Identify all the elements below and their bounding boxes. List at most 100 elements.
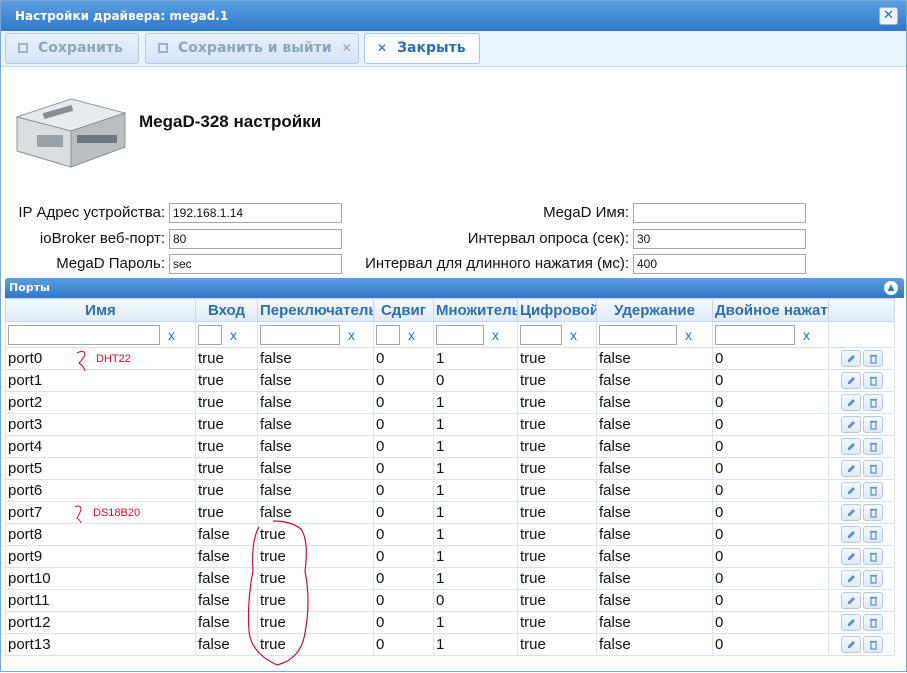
edit-row-button[interactable] — [840, 636, 861, 654]
edit-row-button[interactable] — [840, 614, 861, 632]
table-row[interactable]: port6 true false 0 1 true false 0 — [5, 479, 895, 502]
edit-row-button[interactable] — [840, 394, 861, 412]
delete-row-button[interactable] — [862, 394, 883, 412]
table-row[interactable]: port12 false true 0 1 true false 0 — [5, 611, 895, 634]
pencil-icon — [847, 597, 855, 605]
edit-row-button[interactable] — [840, 526, 861, 544]
column-header-offset[interactable]: Сдвиг — [373, 298, 434, 322]
edit-row-button[interactable] — [840, 372, 861, 390]
delete-row-button[interactable] — [862, 526, 883, 544]
row-actions — [828, 633, 895, 656]
clear-filter-icon[interactable]: x — [492, 327, 499, 343]
clear-filter-icon[interactable]: x — [230, 327, 237, 343]
ip-address-input[interactable] — [169, 203, 342, 223]
cell-multiplier: 1 — [433, 457, 518, 480]
edit-row-button[interactable] — [840, 416, 861, 434]
collapse-panel-button[interactable]: ▲ — [884, 281, 898, 295]
edit-row-button[interactable] — [840, 504, 861, 522]
delete-row-button[interactable] — [862, 350, 883, 368]
column-header-multiplier[interactable]: Множитель — [433, 298, 518, 322]
cell-input: true — [195, 413, 258, 436]
web-port-input[interactable] — [169, 229, 342, 249]
delete-row-button[interactable] — [862, 614, 883, 632]
poll-interval-input[interactable] — [633, 229, 806, 249]
delete-row-button[interactable] — [862, 416, 883, 434]
filter-input-input[interactable] — [198, 324, 222, 345]
edit-row-button[interactable] — [840, 592, 861, 610]
trash-icon — [869, 487, 877, 496]
clear-filter-icon[interactable]: x — [803, 327, 810, 343]
table-row[interactable]: port10 false true 0 1 true false 0 — [5, 567, 895, 590]
filter-digital-input[interactable] — [520, 324, 562, 345]
delete-row-button[interactable] — [862, 570, 883, 588]
row-actions — [828, 457, 895, 480]
delete-row-button[interactable] — [862, 636, 883, 654]
delete-row-button[interactable] — [862, 482, 883, 500]
column-header-double-click[interactable]: Двойное нажатие — [712, 298, 829, 322]
delete-row-button[interactable] — [862, 592, 883, 610]
filter-double-click-input[interactable] — [715, 324, 795, 345]
cell-offset: 0 — [373, 633, 434, 656]
edit-row-button[interactable] — [840, 548, 861, 566]
table-row[interactable]: port9 false true 0 1 true false 0 — [5, 545, 895, 568]
ip-address-label: IP Адрес устройства: — [18, 204, 165, 221]
device-name-input[interactable] — [633, 203, 806, 223]
table-row[interactable]: port2 true false 0 1 true false 0 — [5, 391, 895, 414]
clear-filter-icon[interactable]: x — [168, 327, 175, 343]
column-header-switch[interactable]: Переключатель — [257, 298, 374, 322]
cell-double-click: 0 — [712, 567, 829, 590]
row-actions — [828, 545, 895, 568]
clear-filter-icon[interactable]: x — [570, 327, 577, 343]
row-actions — [828, 523, 895, 546]
edit-row-button[interactable] — [840, 482, 861, 500]
table-row[interactable]: port4 true false 0 1 true false 0 — [5, 435, 895, 458]
close-button[interactable]: ✕ Закрыть — [364, 33, 480, 64]
table-row[interactable]: port11 false true 0 0 true false 0 — [5, 589, 895, 612]
delete-row-button[interactable] — [862, 460, 883, 478]
column-header-hold[interactable]: Удержание — [596, 298, 713, 322]
edit-row-button[interactable] — [840, 350, 861, 368]
table-row[interactable]: port1 true false 0 0 true false 0 — [5, 369, 895, 392]
edit-row-button[interactable] — [840, 460, 861, 478]
cell-input: true — [195, 479, 258, 502]
dialog-close-button[interactable]: ✕ — [879, 7, 898, 25]
password-input[interactable] — [169, 254, 342, 274]
filter-offset-input[interactable] — [376, 324, 400, 345]
delete-row-button[interactable] — [862, 438, 883, 456]
filter-multiplier-input[interactable] — [436, 324, 484, 345]
filter-hold-input[interactable] — [599, 324, 677, 345]
trash-icon — [869, 619, 877, 628]
cell-multiplier: 1 — [433, 435, 518, 458]
column-header-name[interactable]: Имя — [5, 298, 196, 322]
clear-filter-icon[interactable]: x — [348, 327, 355, 343]
filter-switch-input[interactable] — [260, 324, 340, 345]
trash-icon — [869, 597, 877, 606]
long-press-interval-input[interactable] — [633, 254, 806, 274]
delete-row-button[interactable] — [862, 548, 883, 566]
pencil-icon — [847, 509, 855, 517]
delete-row-button[interactable] — [862, 372, 883, 390]
table-row[interactable]: port8 false true 0 1 true false 0 — [5, 523, 895, 546]
close-small-icon: ✕ — [341, 41, 352, 55]
table-row[interactable]: port3 true false 0 1 true false 0 — [5, 413, 895, 436]
cell-digital: true — [517, 435, 597, 458]
edit-row-button[interactable] — [840, 570, 861, 588]
table-row[interactable]: port13 false true 0 1 true false 0 — [5, 633, 895, 656]
table-row[interactable]: port5 true false 0 1 true false 0 — [5, 457, 895, 480]
save-and-exit-button[interactable]: Сохранить и выйти ✕ — [145, 33, 359, 64]
row-actions — [828, 567, 895, 590]
clear-filter-icon[interactable]: x — [408, 327, 415, 343]
cell-input: false — [195, 589, 258, 612]
table-row[interactable]: port0 true false 0 1 true false 0 — [5, 347, 895, 370]
cell-input: false — [195, 545, 258, 568]
grid-header-row: Имя Вход Переключатель Сдвиг Множитель Ц… — [5, 298, 895, 322]
save-button[interactable]: Сохранить — [5, 33, 139, 64]
column-header-input[interactable]: Вход — [195, 298, 258, 322]
delete-row-button[interactable] — [862, 504, 883, 522]
page-heading: MegaD-328 настройки — [139, 112, 322, 131]
filter-name-input[interactable] — [8, 324, 160, 345]
edit-row-button[interactable] — [840, 438, 861, 456]
cell-multiplier: 1 — [433, 413, 518, 436]
clear-filter-icon[interactable]: x — [685, 327, 692, 343]
column-header-digital[interactable]: Цифровой — [517, 298, 597, 322]
